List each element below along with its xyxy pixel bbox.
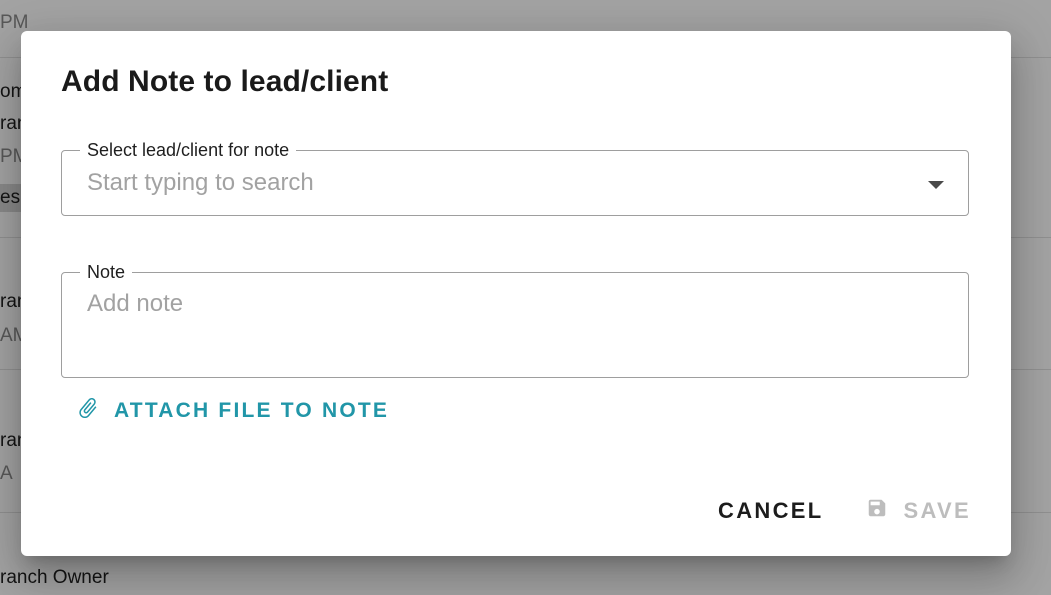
caret-down-icon[interactable] [928, 181, 944, 189]
lead-client-label: Select lead/client for note [80, 139, 297, 161]
save-button[interactable]: SAVE [866, 497, 971, 525]
lead-client-select[interactable]: Select lead/client for note [61, 139, 969, 216]
cancel-label: CANCEL [718, 498, 824, 523]
save-label: SAVE [903, 498, 971, 523]
note-textarea[interactable] [87, 290, 943, 360]
dialog-title: Add Note to lead/client [61, 65, 389, 98]
lead-client-search-input[interactable] [87, 168, 908, 198]
paperclip-icon [76, 396, 114, 426]
note-label: Note [80, 261, 133, 283]
note-field[interactable]: Note [61, 261, 969, 378]
cancel-button[interactable]: CANCEL [718, 498, 823, 524]
dialog-actions: CANCEL SAVE [718, 497, 971, 525]
add-note-dialog: Add Note to lead/client Select lead/clie… [21, 31, 1011, 556]
floppy-disk-icon [866, 497, 904, 525]
attach-file-button[interactable]: ATTACH FILE TO NOTE [76, 395, 389, 427]
attach-file-label: ATTACH FILE TO NOTE [114, 399, 390, 422]
